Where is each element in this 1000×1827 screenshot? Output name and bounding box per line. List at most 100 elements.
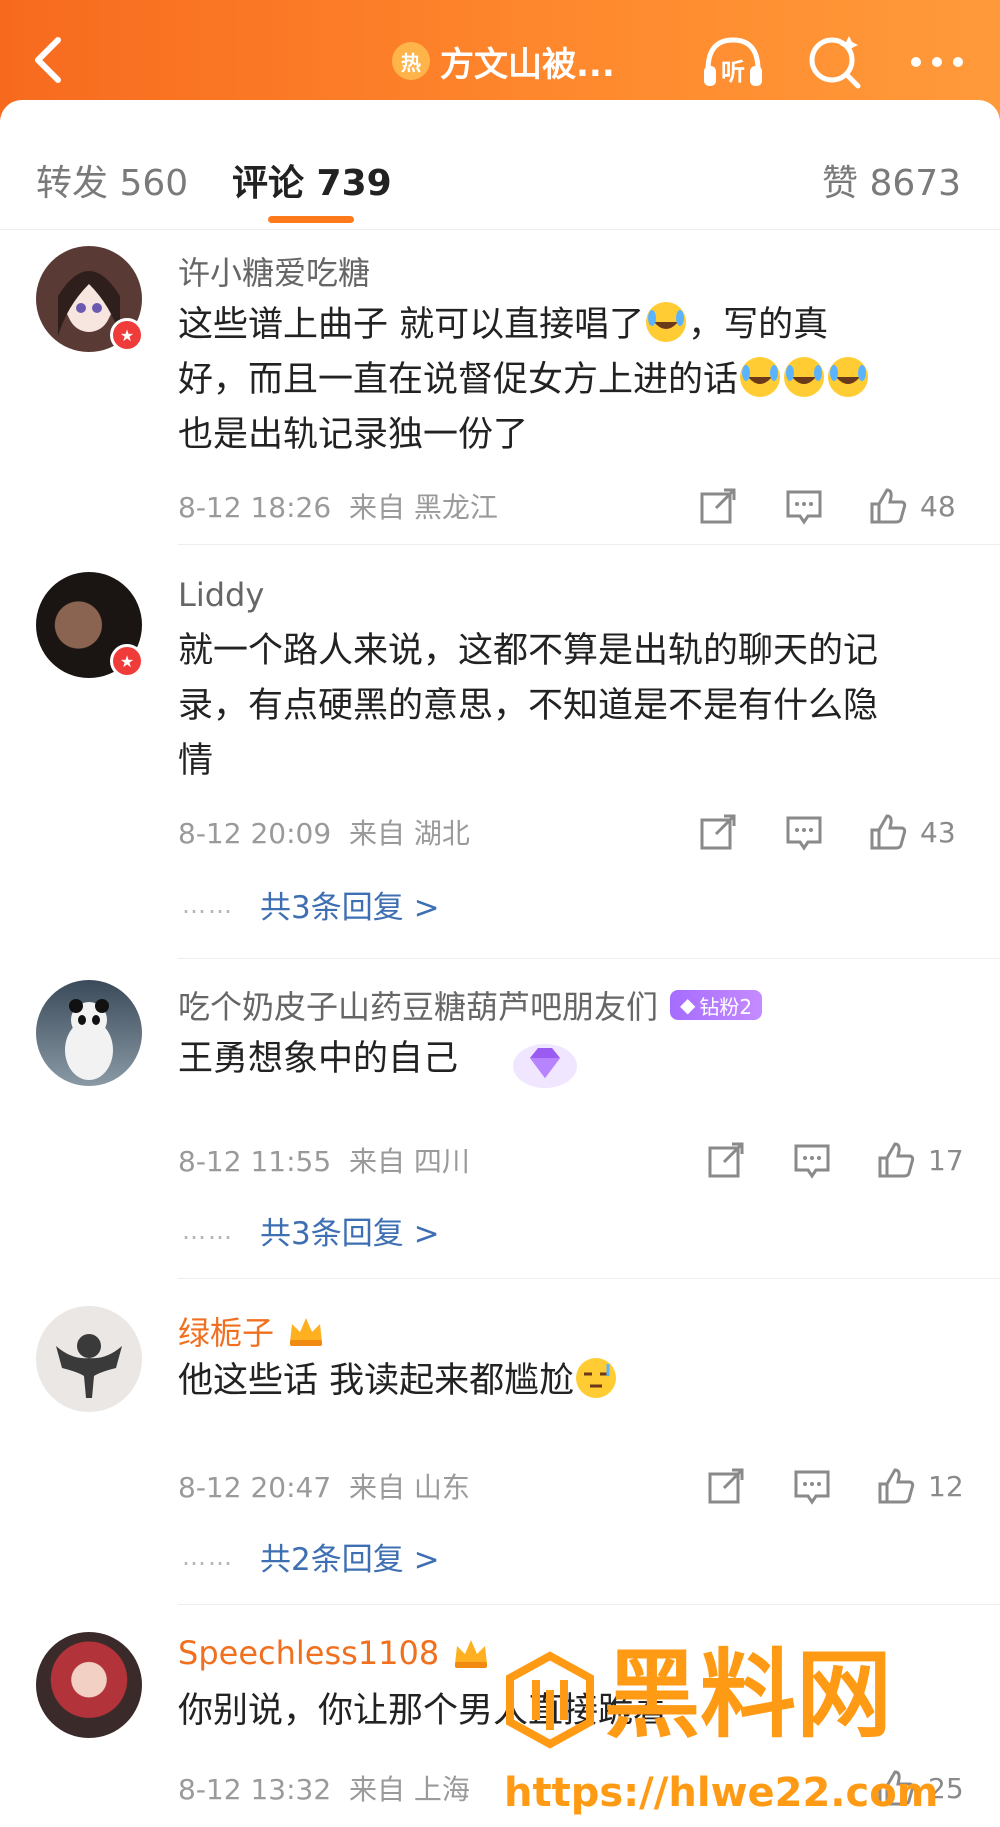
share-icon[interactable] [706, 1466, 746, 1506]
comment-line: 情 [178, 741, 214, 781]
username[interactable]: 吃个奶皮子山药豆糖葫芦吧朋友们 ◆ 钻粉2 [178, 982, 763, 1028]
reply-dots: …… [182, 1216, 234, 1245]
badge-label: 钻粉2 [699, 994, 753, 1019]
like-button[interactable]: 12 [876, 1466, 964, 1506]
comment-line: 也是出轨记录独一份了 [178, 415, 529, 455]
title-text: 方文山被... [440, 44, 615, 85]
avatar-silhouette-icon [56, 1334, 122, 1398]
location: 黑龙江 [413, 491, 498, 524]
watermark-url: https://hlwe22.com [504, 1770, 939, 1816]
location: 四川 [413, 1145, 470, 1178]
replies-label: 共2条回复 > [260, 1542, 440, 1578]
replies-label: 共3条回复 > [260, 890, 440, 926]
like-button[interactable]: 17 [876, 1140, 964, 1180]
location: 上海 [413, 1773, 470, 1806]
divider [178, 1604, 1000, 1605]
tab-bar: 转发 560 评论 739 赞 8673 [0, 140, 1000, 230]
reply-dots: …… [182, 890, 234, 919]
view-replies-link[interactable]: …… 共3条回复 > [182, 1208, 440, 1253]
share-icon[interactable] [698, 486, 738, 526]
comment-text: 这些谱上曲子 就可以直接唱了 ，写的真 好，而且一直在说督促女方上进的话 也是出轨… [178, 298, 968, 463]
like-count: 12 [928, 1469, 964, 1503]
avatar[interactable] [36, 1306, 142, 1412]
comment-line: ，写的真 [688, 305, 829, 345]
comment-text: 他这些话 我读起来都尴尬 [178, 1354, 968, 1409]
avatar[interactable] [36, 1632, 142, 1738]
back-arrow-icon[interactable] [24, 28, 72, 92]
username-text: 绿栀子 [178, 1314, 275, 1352]
comment-icon[interactable] [784, 486, 824, 526]
comment-meta: 8-12 20:47 来自 山东 [178, 1466, 470, 1506]
tab-reposts[interactable]: 转发 560 [36, 154, 188, 206]
avatar[interactable] [36, 980, 142, 1086]
like-button[interactable]: 43 [868, 812, 956, 852]
panel-top [0, 100, 1000, 140]
comment-icon[interactable] [792, 1466, 832, 1506]
username[interactable]: Liddy [178, 576, 264, 614]
search-icon[interactable] [800, 30, 870, 94]
timestamp: 8-12 20:47 [178, 1471, 332, 1504]
view-replies-link[interactable]: …… 共2条回复 > [182, 1534, 440, 1579]
awkward-emoji-icon [576, 1358, 617, 1398]
comment-line: 录，有点硬黑的意思，不知道是不是有什么隐 [178, 686, 879, 726]
comment-text: 就一个路人来说，这都不算是出轨的聊天的记 录，有点硬黑的意思，不知道是不是有什么… [178, 624, 968, 789]
from-label: 来自 [348, 1471, 405, 1504]
active-tab-indicator [268, 216, 354, 223]
timestamp: 8-12 18:26 [178, 491, 332, 524]
username[interactable]: 许小糖爱吃糖 [178, 248, 370, 294]
timestamp: 8-12 20:09 [178, 817, 332, 850]
replies-label: 共3条回复 > [260, 1216, 440, 1252]
view-replies-link[interactable]: …… 共3条回复 > [182, 882, 440, 927]
comment-line: 他这些话 我读起来都尴尬 [178, 1361, 575, 1401]
tab-comments[interactable]: 评论 739 [232, 154, 392, 206]
like-count: 17 [928, 1143, 964, 1177]
comment-line: 好，而且一直在说督促女方上进的话 [178, 360, 739, 400]
from-label: 来自 [348, 1773, 405, 1806]
tab-likes[interactable]: 赞 8673 [822, 154, 961, 206]
like-button[interactable]: 48 [868, 486, 956, 526]
from-label: 来自 [348, 817, 405, 850]
comment-line: 就一个路人来说，这都不算是出轨的聊天的记 [178, 631, 879, 671]
vip-crown-icon [455, 1640, 488, 1668]
reply-dots: …… [182, 1542, 234, 1571]
verified-badge-icon: ★ [110, 318, 144, 352]
username-text: 吃个奶皮子山药豆糖葫芦吧朋友们 [178, 988, 659, 1026]
diamond-icon: ◆ [680, 993, 696, 1017]
thumbs-up-icon [870, 814, 907, 850]
comment-line: 这些谱上曲子 就可以直接唱了 [178, 305, 645, 345]
hot-badge-icon: 热 [392, 42, 430, 80]
location: 山东 [413, 1471, 470, 1504]
location: 湖北 [413, 817, 470, 850]
share-icon[interactable] [706, 1140, 746, 1180]
share-icon[interactable] [698, 812, 738, 852]
laugh-cry-emoji-icon [646, 302, 687, 342]
username-text: Liddy [178, 576, 265, 614]
like-count: 43 [920, 815, 956, 849]
laugh-cry-emoji-icon [784, 357, 825, 397]
watermark: 黑料网 https://hlwe22.com [500, 1640, 980, 1820]
laugh-cry-emoji-icon [740, 357, 781, 397]
timestamp: 8-12 13:32 [178, 1773, 332, 1806]
username[interactable]: Speechless1108 [178, 1634, 491, 1672]
divider [178, 958, 1000, 959]
watermark-logo-icon [506, 1651, 594, 1749]
divider [178, 544, 1000, 545]
timestamp: 8-12 11:55 [178, 1145, 332, 1178]
username[interactable]: 绿栀子 [178, 1308, 326, 1354]
thumbs-up-icon [878, 1142, 915, 1178]
like-count: 48 [920, 489, 956, 523]
thumbs-up-icon [878, 1468, 915, 1504]
comment-icon[interactable] [792, 1140, 832, 1180]
from-label: 来自 [348, 1145, 405, 1178]
comment-icon[interactable] [784, 812, 824, 852]
verified-badge-icon: ★ [110, 644, 144, 678]
username-text: 许小糖爱吃糖 [178, 254, 371, 292]
comment-meta: 8-12 13:32 来自 上海 [178, 1768, 470, 1808]
page-title[interactable]: 热 方文山被... [392, 36, 615, 86]
diamond-sticker-icon [513, 1044, 577, 1088]
vip-crown-icon [290, 1318, 323, 1346]
comment-line: 王勇想象中的自己 [178, 1039, 459, 1079]
username-text: Speechless1108 [178, 1634, 440, 1672]
more-options-icon[interactable] [902, 30, 972, 94]
listen-headphones-icon[interactable]: 听 [698, 30, 768, 94]
